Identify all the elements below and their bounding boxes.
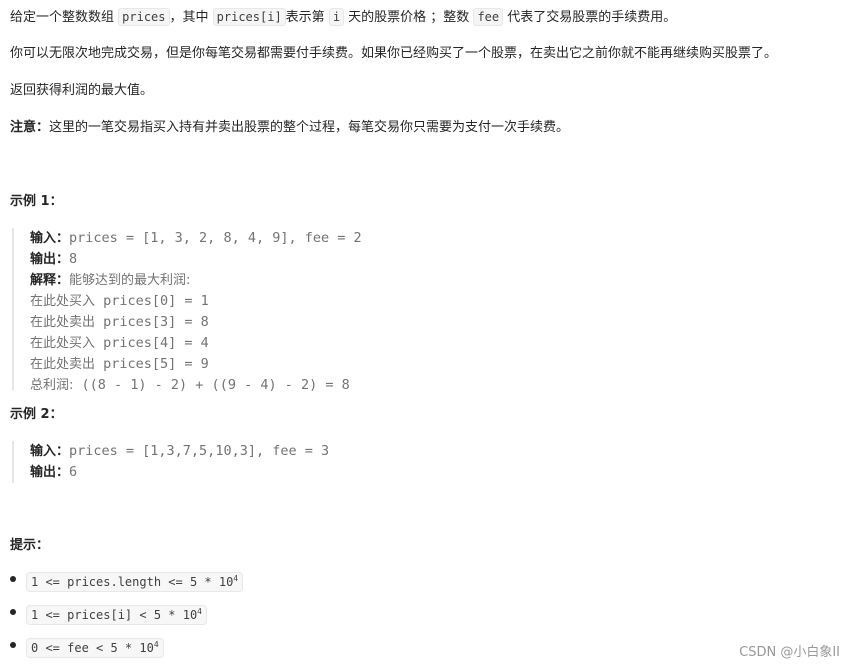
hint-item: 1 <= prices[i] < 5 * 104: [10, 601, 243, 634]
step-action: 在此处买入: [30, 336, 96, 351]
hint-exponent: 4: [197, 607, 202, 616]
step-code: prices[0] = 1: [95, 293, 209, 309]
input-label: 输入：: [30, 444, 70, 459]
example-2-block: 输入：prices = [1,3,7,5,10,3], fee = 3 输出：6: [12, 441, 329, 483]
total-value: ((8 - 1) - 2) + ((9 - 4) - 2) = 8: [73, 377, 350, 393]
example-2-input: prices = [1,3,7,5,10,3], fee = 3: [69, 443, 330, 459]
explain-label: 解释：: [30, 273, 70, 288]
text: ，其中: [169, 10, 213, 25]
input-label: 输入：: [30, 231, 70, 246]
inline-code-i: i: [328, 8, 345, 26]
hint-exponent: 4: [153, 640, 159, 649]
example-2-output: 6: [69, 464, 78, 480]
hint-code: 1 <= prices[i] < 5 * 104: [26, 605, 207, 625]
hints-title: 提示：: [10, 538, 50, 553]
output-label: 输出：: [30, 252, 70, 267]
output-label: 输出：: [30, 465, 70, 480]
hint-code: 1 <= prices.length <= 5 * 104: [26, 572, 244, 592]
text: 表示第: [285, 10, 329, 25]
step-code: prices[4] = 4: [95, 335, 209, 351]
problem-paragraph-1: 给定一个整数数组 prices ，其中 prices[i] 表示第 i 天的股票价格…: [10, 7, 676, 28]
hint-code: 0 <= fee < 5 * 104: [26, 638, 164, 658]
hint-exponent: 4: [233, 574, 239, 583]
bullet-icon: [10, 576, 16, 582]
inline-code-prices: prices: [118, 8, 170, 26]
note-paragraph: 注意：这里的一笔交易指买入持有并卖出股票的整个过程，每笔交易你只需要为支付一次手…: [10, 118, 569, 138]
text: 天的股票价格 ；整数: [344, 10, 474, 25]
bullet-icon: [10, 642, 16, 648]
step-action: 在此处卖出: [30, 315, 96, 330]
note-text: 这里的一笔交易指买入持有并卖出股票的整个过程，每笔交易你只需要为支付一次手续费。: [49, 120, 570, 135]
hint-text: 1 <= prices[i] < 5 * 10: [31, 608, 198, 622]
note-label: 注意：: [10, 120, 50, 135]
example-1-explain: 能够达到的最大利润:: [69, 273, 191, 288]
hint-text: 0 <= fee < 5 * 10: [31, 641, 154, 655]
hints-list: 1 <= prices.length <= 5 * 104 1 <= price…: [10, 568, 244, 667]
total-label: 总利润:: [30, 378, 74, 393]
example-1-output: 8: [69, 251, 78, 267]
example-1-input: prices = [1, 3, 2, 8, 4, 9], fee = 2: [69, 230, 362, 246]
step-action: 在此处卖出: [30, 357, 96, 372]
problem-paragraph-2: 你可以无限次地完成交易，但是你每笔交易都需要付手续费。如果你已经购买了一个股票，…: [10, 46, 778, 61]
hint-text: 1 <= prices.length <= 5 * 10: [31, 575, 234, 589]
example-2-title: 示例 2：: [10, 407, 63, 422]
step-action: 在此处买入: [30, 294, 96, 309]
step-code: prices[5] = 9: [95, 356, 209, 372]
text: 代表了交易股票的手续费用。: [503, 10, 677, 25]
step-code: prices[3] = 8: [95, 314, 209, 330]
example-1-block: 输入：prices = [1, 3, 2, 8, 4, 9], fee = 2 …: [12, 228, 362, 393]
inline-code-prices-i: prices[i]: [212, 8, 286, 26]
watermark: CSDN @小白象II: [739, 645, 840, 660]
example-1-title: 示例 1：: [10, 194, 63, 209]
bullet-icon: [10, 609, 16, 615]
inline-code-fee: fee: [473, 8, 504, 26]
hint-item: 1 <= prices.length <= 5 * 104: [10, 568, 244, 601]
text: 给定一个整数数组: [10, 10, 119, 25]
problem-paragraph-3: 返回获得利润的最大值。: [10, 83, 154, 98]
hint-item: 0 <= fee < 5 * 104: [10, 634, 243, 667]
